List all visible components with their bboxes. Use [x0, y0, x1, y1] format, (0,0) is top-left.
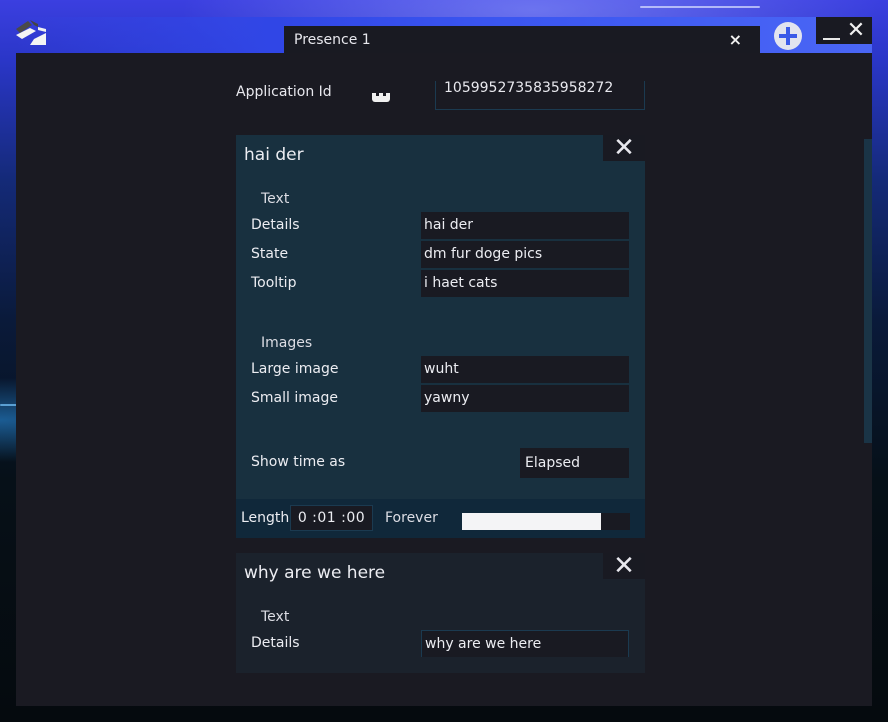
tab-close-icon[interactable]: ×	[729, 30, 742, 49]
show-time-select[interactable]: Elapsed	[520, 448, 629, 478]
title-bar[interactable]: Presence 1 × ✕	[16, 17, 872, 53]
large-image-label: Large image	[251, 361, 339, 377]
application-id-label: Application Id	[236, 84, 332, 100]
forever-label: Forever	[385, 510, 438, 526]
show-time-label: Show time as	[251, 454, 346, 470]
application-id-row: Application Id 1059952735835958272	[236, 81, 646, 121]
small-image-label: Small image	[251, 390, 338, 406]
length-input[interactable]: 0 :01 :00	[290, 505, 373, 531]
remove-presence-button[interactable]: ✕	[603, 135, 645, 161]
details-input[interactable]: hai der	[421, 212, 629, 239]
length-bar: Length 0 :01 :00 Forever	[236, 499, 645, 538]
tab-label: Presence 1	[294, 31, 371, 48]
length-progress-fill	[462, 513, 602, 530]
large-image-input[interactable]: wuht	[421, 356, 629, 383]
small-image-input[interactable]: yawny	[421, 385, 629, 412]
length-label: Length	[241, 510, 290, 526]
app-logo-icon	[16, 20, 46, 45]
window-controls: ✕	[816, 17, 872, 44]
presence-card: why are we here ✕ Text Details why are w…	[236, 553, 645, 673]
tab-presence-1[interactable]: Presence 1 ×	[284, 26, 760, 53]
tooltip-input[interactable]: i haet cats	[421, 270, 629, 297]
discord-icon[interactable]	[372, 93, 390, 102]
length-progress-bar[interactable]	[462, 513, 630, 530]
tooltip-label: Tooltip	[251, 275, 297, 291]
details-input[interactable]: why are we here	[421, 630, 629, 657]
add-tab-button[interactable]	[774, 22, 802, 50]
remove-presence-button[interactable]: ✕	[603, 553, 645, 579]
presence-card: hai der ✕ Text Details hai der State dm …	[236, 135, 645, 538]
text-section-label: Text	[261, 609, 290, 625]
plus-icon-vertical	[786, 27, 790, 45]
close-window-button[interactable]: ✕	[842, 17, 870, 44]
background-streak	[640, 6, 760, 8]
details-label: Details	[251, 635, 300, 651]
application-id-input[interactable]: 1059952735835958272	[435, 81, 645, 110]
state-input[interactable]: dm fur doge pics	[421, 241, 629, 268]
state-label: State	[251, 246, 289, 262]
presence-title[interactable]: hai der	[244, 145, 304, 165]
presence-title[interactable]: why are we here	[244, 563, 385, 583]
images-section-label: Images	[261, 335, 313, 351]
app-window: Presence 1 × ✕ Application Id 1059952735…	[16, 17, 872, 706]
main-content: Application Id 1059952735835958272 hai d…	[16, 53, 872, 706]
text-section-label: Text	[261, 191, 290, 207]
minimize-button[interactable]	[820, 17, 842, 44]
scrollbar-thumb[interactable]	[864, 139, 872, 443]
details-label: Details	[251, 217, 300, 233]
